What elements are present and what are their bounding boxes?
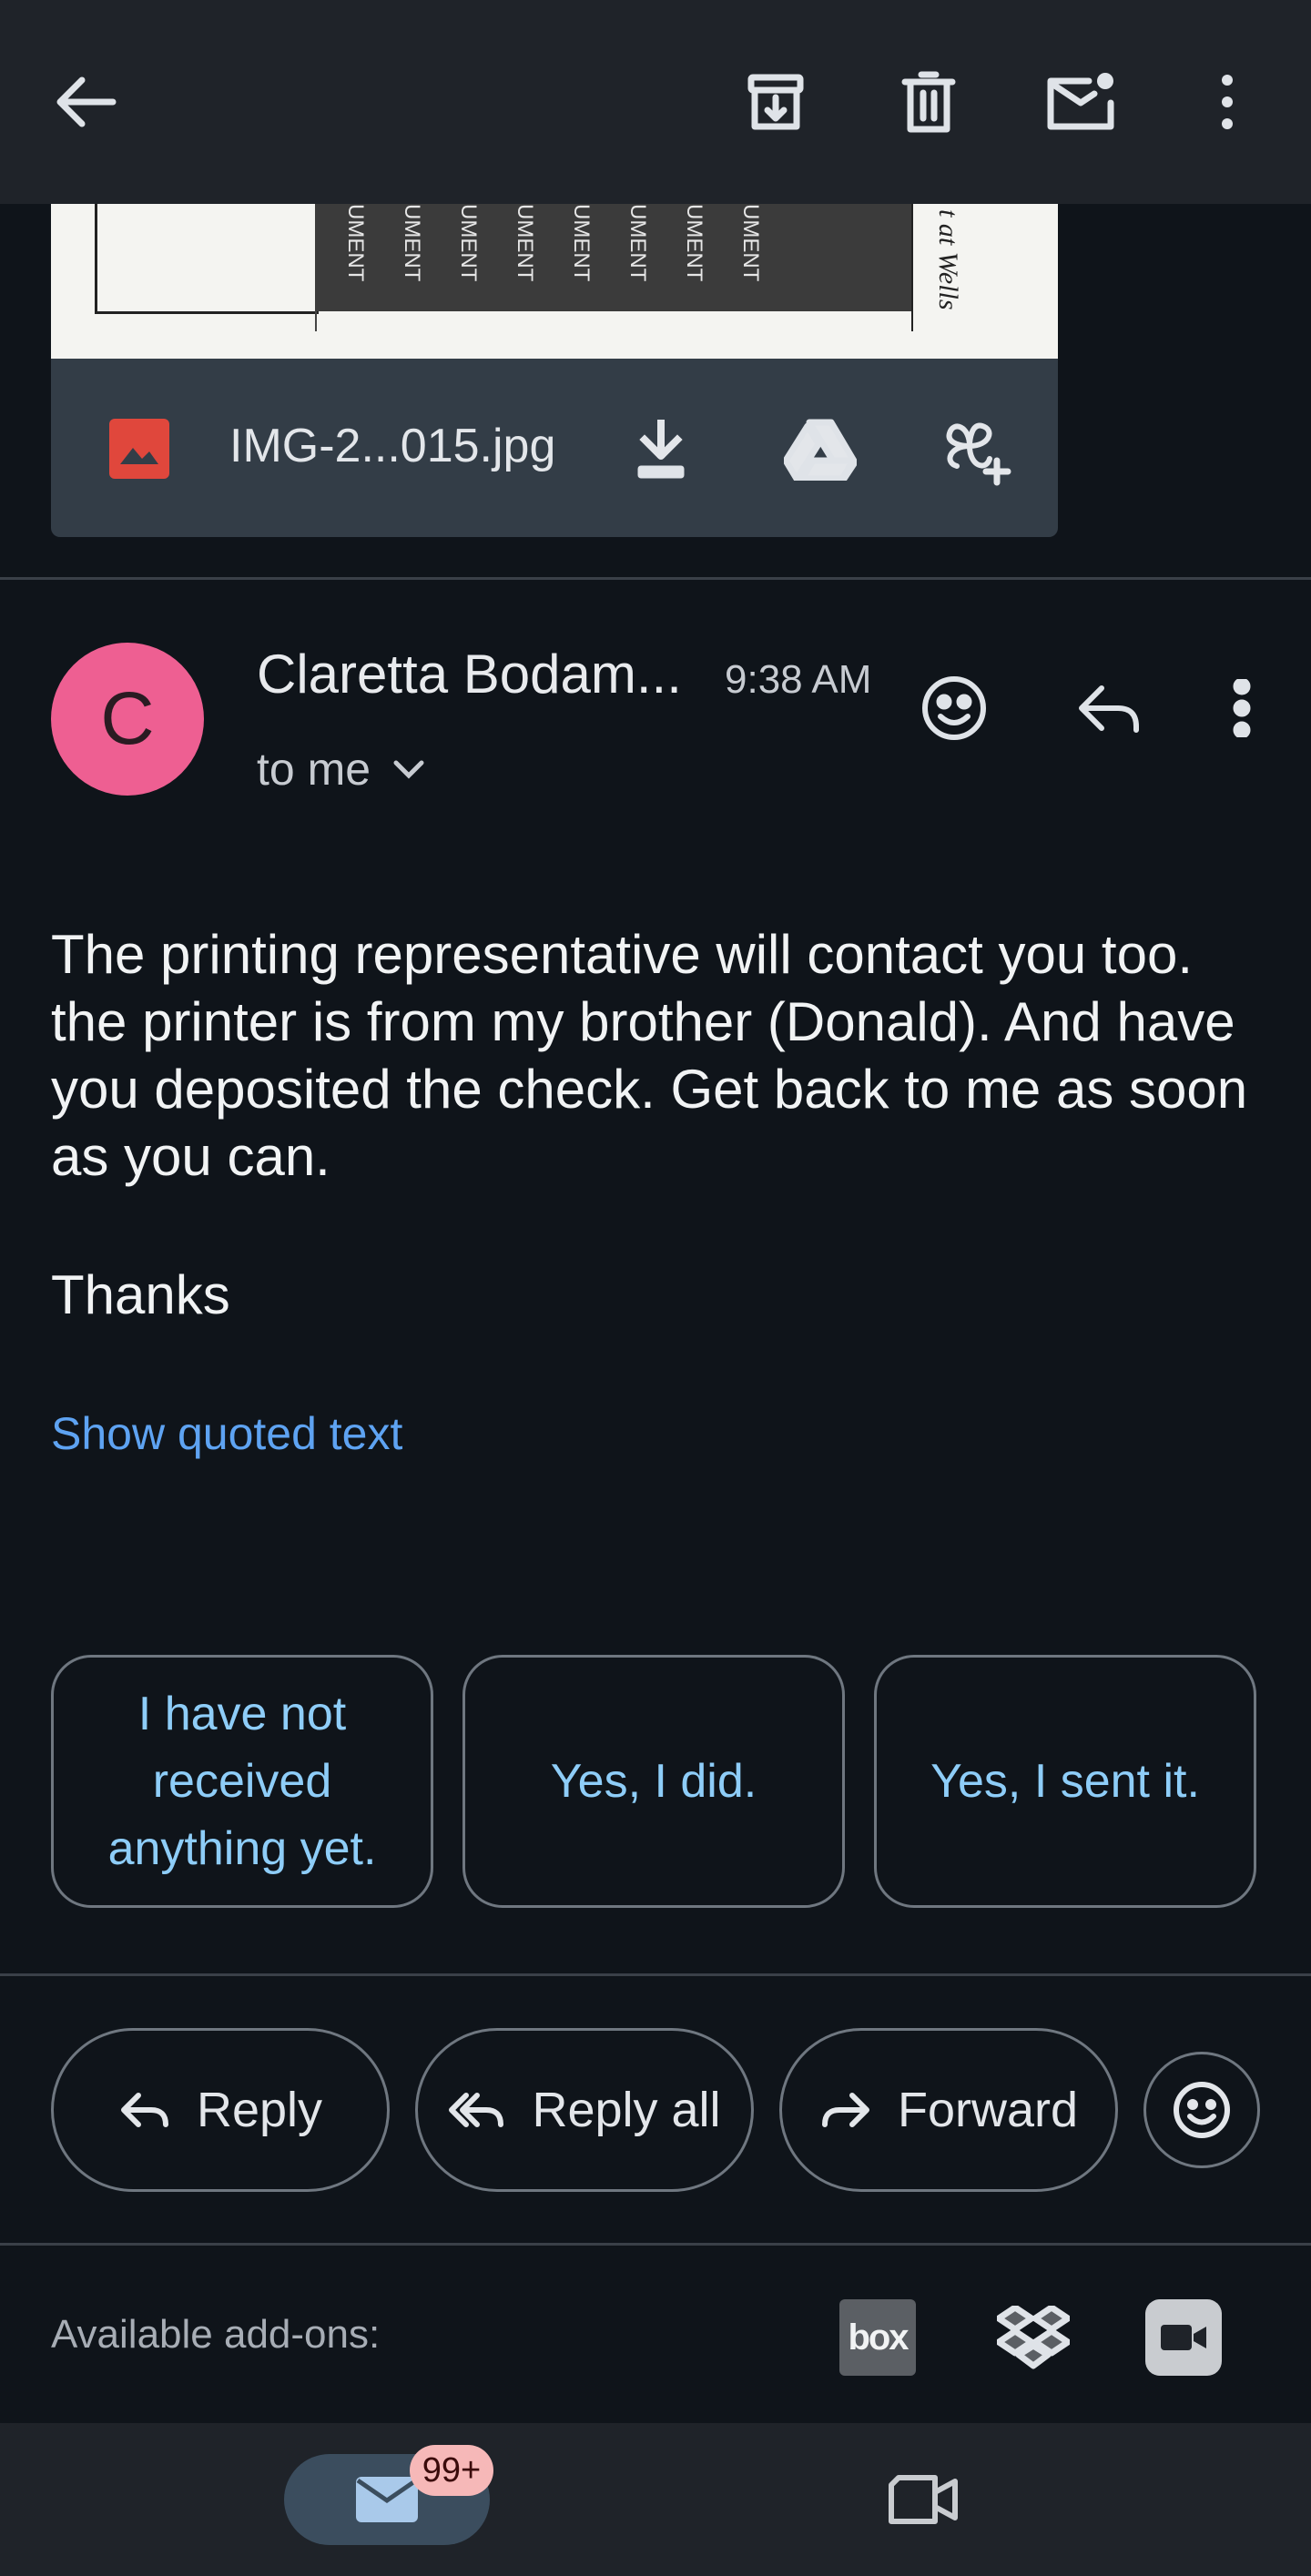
attachment-preview-image[interactable]: UMENT UMENT UMENT UMENT UMENT UMENT UMEN… (51, 204, 1058, 359)
dropbox-addon-icon[interactable] (994, 2299, 1072, 2376)
bottom-navigation (0, 2423, 1311, 2576)
reply-all-icon (449, 2093, 504, 2127)
box-addon-icon[interactable]: box (839, 2299, 916, 2376)
preview-text: UMENT (456, 204, 481, 282)
reply-button[interactable]: Reply (51, 2028, 390, 2192)
reply-icon[interactable] (1062, 661, 1156, 756)
drive-icon[interactable] (770, 406, 870, 493)
message-more-icon[interactable] (1198, 661, 1286, 756)
preview-text: UMENT (400, 204, 424, 282)
box-logo-text: box (848, 2317, 909, 2358)
addons-divider (0, 2243, 1311, 2246)
emoji-reaction-button[interactable] (1143, 2052, 1260, 2168)
reply-all-button[interactable]: Reply all (415, 2028, 754, 2192)
mark-unread-icon[interactable] (1034, 56, 1129, 147)
reply-label: Reply (196, 2083, 323, 2137)
message-body: The printing representative will contact… (51, 924, 1248, 1187)
image-file-icon (109, 419, 169, 479)
preview-text: UMENT (513, 204, 537, 282)
emoji-react-icon[interactable] (907, 661, 1001, 756)
preview-text: t at Wells (933, 209, 963, 310)
recipient-details[interactable]: to me (257, 743, 427, 796)
show-quoted-text-link[interactable]: Show quoted text (51, 1407, 402, 1460)
smart-reply-chip[interactable]: Yes, I did. (462, 1655, 845, 1908)
more-vert-icon[interactable] (1184, 56, 1271, 147)
forward-icon (821, 2093, 869, 2127)
forward-label: Forward (897, 2083, 1079, 2137)
add-to-photos-icon[interactable] (925, 406, 1025, 493)
message-time: 9:38 AM (725, 657, 872, 702)
preview-text: UMENT (569, 204, 594, 282)
video-camera-icon (889, 2475, 958, 2524)
actions-divider (0, 1973, 1311, 1976)
reply-all-label: Reply all (532, 2083, 721, 2137)
preview-text: UMENT (343, 204, 368, 282)
forward-button[interactable]: Forward (779, 2028, 1118, 2192)
preview-text: UMENT (738, 204, 763, 282)
message-divider (0, 577, 1311, 580)
emoji-icon (1174, 2082, 1230, 2138)
smart-reply-chip[interactable]: I have not received anything yet. (51, 1655, 433, 1908)
avatar[interactable]: C (51, 643, 204, 796)
sender-name[interactable]: Claretta Bodam... (257, 643, 682, 705)
attachment-filename: IMG-2...015.jpg (229, 420, 556, 472)
nav-meet-tab[interactable] (874, 2454, 974, 2545)
mail-icon (356, 2477, 418, 2522)
message-signoff: Thanks (51, 1264, 230, 1325)
recipient-label: to me (257, 744, 371, 795)
preview-text: UMENT (682, 204, 706, 282)
archive-icon[interactable] (728, 56, 823, 147)
top-app-bar (0, 0, 1311, 204)
download-icon[interactable] (615, 406, 706, 493)
reply-icon (120, 2093, 168, 2127)
trash-icon[interactable] (881, 56, 976, 147)
addons-label: Available add-ons: (51, 2312, 381, 2357)
preview-text: UMENT (625, 204, 650, 282)
unread-count-badge: 99+ (410, 2445, 493, 2496)
chevron-down-icon (393, 760, 424, 779)
video-meeting-addon-icon[interactable] (1145, 2299, 1222, 2376)
back-arrow-icon[interactable] (36, 56, 137, 147)
smart-reply-chip[interactable]: Yes, I sent it. (874, 1655, 1256, 1908)
attachment-bar: IMG-2...015.jpg (51, 359, 1058, 537)
